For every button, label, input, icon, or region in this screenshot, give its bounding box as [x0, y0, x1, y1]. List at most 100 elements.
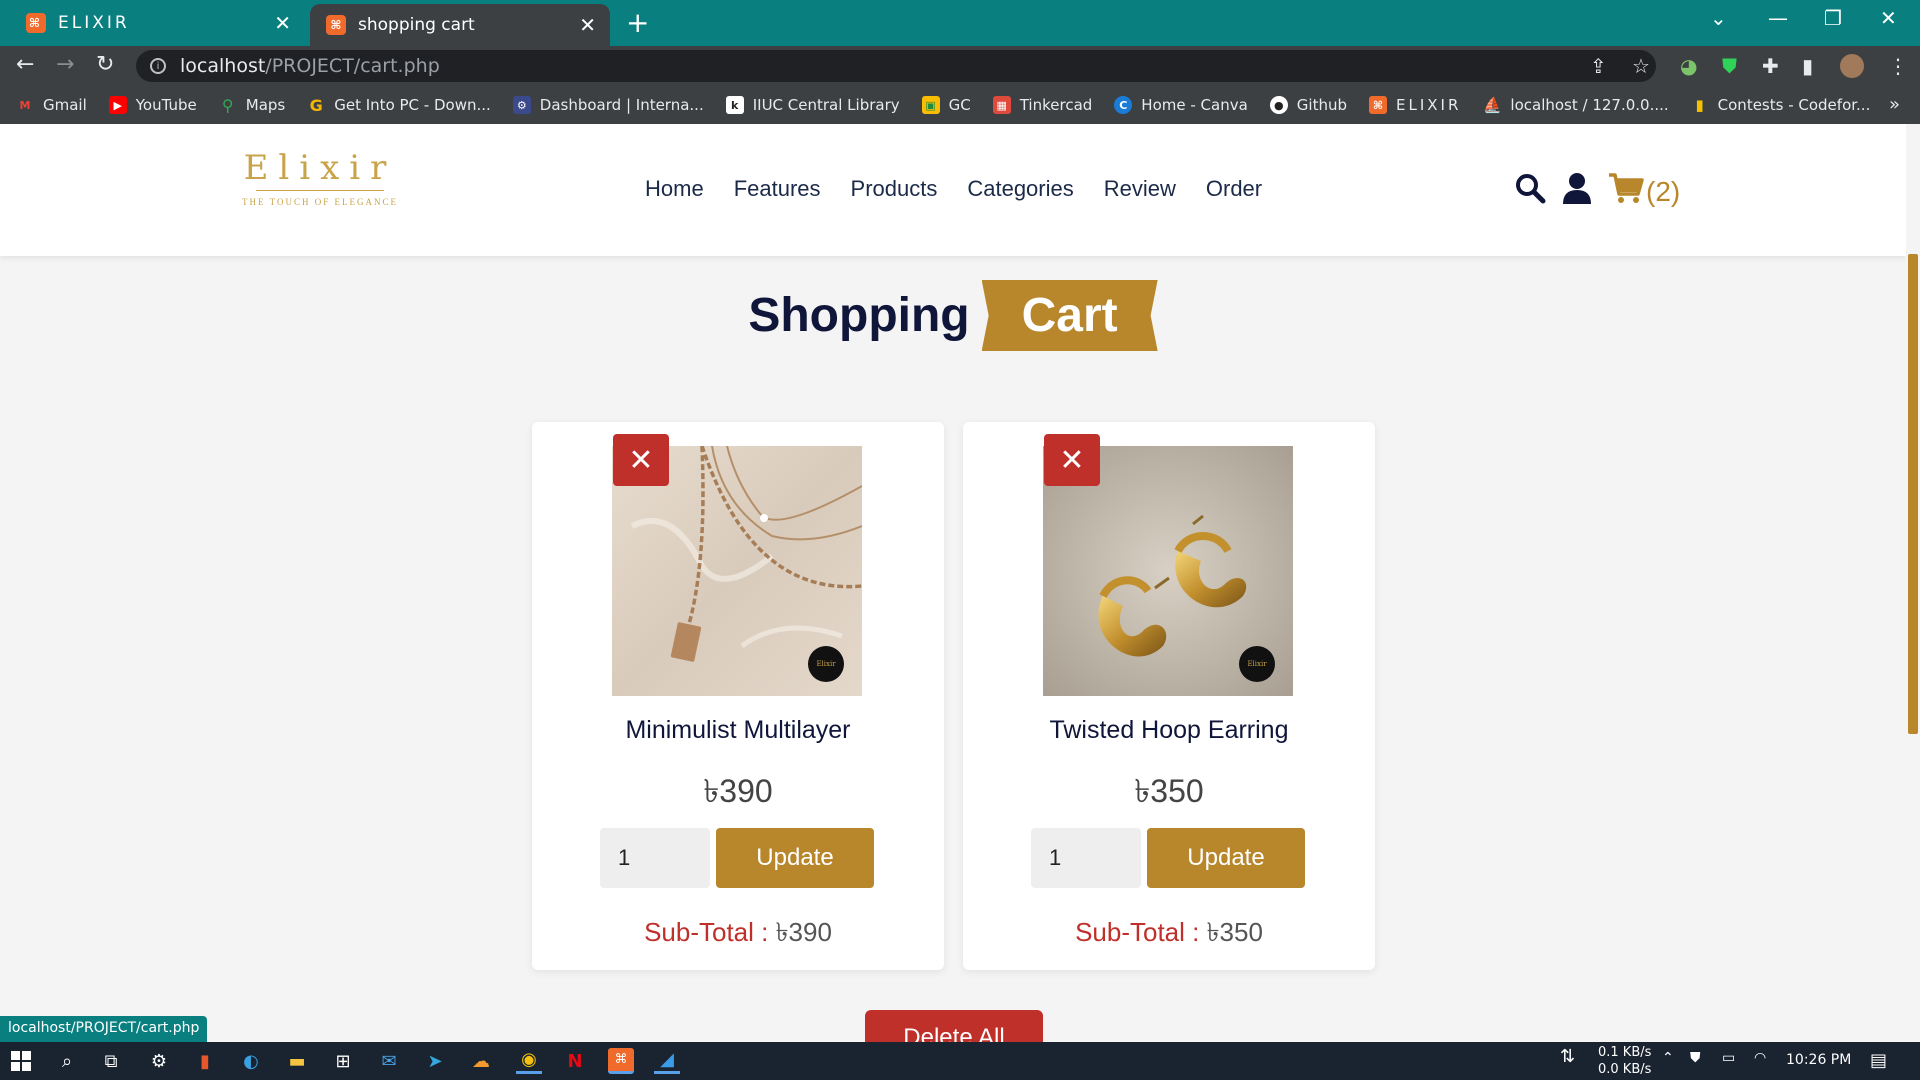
cart-count[interactable]: (2) [1646, 176, 1680, 208]
xampp-icon[interactable]: ⌘ [608, 1048, 634, 1074]
url-host: localhost [180, 55, 266, 77]
github-icon: ● [1269, 96, 1288, 114]
shield-extension-icon[interactable]: ⛊ [1722, 54, 1737, 78]
bookmark-github[interactable]: ● Github [1269, 96, 1347, 114]
office-icon[interactable]: ▮ [192, 1048, 218, 1074]
tab-elixir[interactable]: ⌘ ELIXIR ✕ [0, 0, 308, 46]
delete-all-button[interactable]: Delete All [865, 1010, 1043, 1042]
gmail-icon: M [19, 98, 31, 112]
page-heading: Shopping Cart [0, 280, 1906, 351]
search-icon[interactable]: ⌕ [54, 1048, 80, 1074]
cloud-icon[interactable]: ☁ [468, 1048, 494, 1074]
task-view-icon[interactable]: ⧉ [98, 1048, 124, 1074]
cart-icon[interactable] [1608, 172, 1644, 212]
back-icon[interactable]: ← [16, 52, 34, 77]
maps-icon: ⚲ [221, 95, 234, 115]
close-tab-icon[interactable]: ✕ [579, 13, 596, 37]
edge-icon[interactable]: ◐ [238, 1048, 264, 1074]
subtotal-value: ৳390 [775, 917, 832, 947]
defender-icon[interactable]: ⛊ [1690, 1050, 1701, 1066]
chrome-menu-icon[interactable]: ⋮ [1888, 54, 1908, 78]
bookmark-phpmyadmin[interactable]: ⛵ localhost / 127.0.0.... [1483, 96, 1669, 114]
site-info-icon[interactable]: i [150, 58, 166, 74]
profile-avatar[interactable] [1840, 54, 1864, 78]
nav-order[interactable]: Order [1206, 176, 1262, 202]
header-actions: (2) [1514, 172, 1680, 212]
bookmark-maps[interactable]: ⚲ Maps [219, 95, 285, 115]
store-icon[interactable]: ⊞ [330, 1048, 356, 1074]
product-price: ৳390 [703, 773, 773, 809]
extensions-puzzle-icon[interactable]: ✚ [1762, 54, 1779, 78]
tab-title: shopping cart [358, 15, 475, 35]
page-viewport: Elixir THE TOUCH OF ELEGANCE Home Featur… [0, 124, 1906, 1042]
clock-time[interactable]: 10:26 PM [1786, 1052, 1851, 1068]
user-icon[interactable] [1562, 172, 1592, 212]
battery-icon[interactable]: ▭ [1722, 1050, 1735, 1066]
extension-colorful-icon[interactable]: ◕ [1680, 54, 1697, 78]
notifications-icon[interactable]: ▤ [1870, 1050, 1887, 1071]
settings-gear-icon[interactable]: ⚙ [146, 1048, 172, 1074]
share-icon[interactable]: ⇪ [1590, 54, 1607, 78]
subtotal-value: ৳350 [1206, 917, 1263, 947]
update-button[interactable]: Update [1147, 828, 1305, 888]
bookmark-gc[interactable]: ▣ GC [921, 96, 971, 114]
more-bookmarks-icon[interactable]: » [1889, 94, 1900, 115]
codeforces-icon: ▮ [1695, 96, 1704, 114]
restore-button[interactable]: ❐ [1824, 6, 1842, 30]
nav-features[interactable]: Features [734, 176, 821, 202]
bookmark-library[interactable]: k IIUC Central Library [725, 96, 900, 114]
netflix-icon[interactable]: N [562, 1048, 588, 1074]
bookmark-canva[interactable]: C Home - Canva [1114, 96, 1248, 114]
bookmark-elixir[interactable]: ⌘ ELIXIR [1369, 96, 1461, 114]
network-speed-arrows-icon: ⇅ [1560, 1046, 1576, 1067]
close-window-button[interactable]: ✕ [1880, 6, 1897, 30]
nav-review[interactable]: Review [1104, 176, 1176, 202]
mail-icon[interactable]: ✉ [376, 1048, 402, 1074]
bookmark-tinkercad[interactable]: ▦ Tinkercad [992, 96, 1092, 114]
address-toolbar: ← → ↻ i localhost/PROJECT/cart.php ⇪ ☆ ◕… [0, 46, 1920, 86]
xampp-icon: ⌘ [326, 15, 346, 35]
update-button[interactable]: Update [716, 828, 874, 888]
scrollbar-thumb[interactable] [1908, 254, 1918, 734]
vscode-icon[interactable]: ◢ [654, 1048, 680, 1074]
logo-tagline: THE TOUCH OF ELEGANCE [242, 197, 398, 207]
nav-home[interactable]: Home [645, 176, 704, 202]
youtube-icon: ▶ [108, 96, 127, 114]
bookmark-dashboard[interactable]: ⚙ Dashboard | Interna... [512, 96, 704, 114]
nav-products[interactable]: Products [851, 176, 938, 202]
quantity-input[interactable] [1031, 828, 1141, 888]
close-tab-icon[interactable]: ✕ [274, 11, 294, 35]
product-name: Minimulist Multilayer [625, 716, 851, 744]
tab-shopping-cart[interactable]: ⌘ shopping cart ✕ [310, 4, 610, 46]
tab-search-icon[interactable]: ⌄ [1710, 6, 1727, 30]
bookmark-getintopc[interactable]: G Get Into PC - Down... [307, 96, 491, 115]
brand-badge: Elixir [808, 646, 844, 682]
bookmark-codeforces[interactable]: ▮ Contests - Codefor... [1691, 96, 1871, 114]
forward-icon[interactable]: → [56, 52, 74, 77]
reload-icon[interactable]: ↻ [96, 52, 114, 77]
minimize-button[interactable]: — [1768, 6, 1788, 30]
wifi-icon[interactable]: ◠ [1754, 1050, 1766, 1066]
chrome-icon[interactable]: ◉ [516, 1048, 542, 1074]
url-bar[interactable]: i localhost/PROJECT/cart.php [136, 50, 1656, 82]
site-logo[interactable]: Elixir THE TOUCH OF ELEGANCE [238, 148, 402, 207]
tray-chevron-icon[interactable]: ⌃ [1662, 1050, 1674, 1066]
phpmyadmin-icon: ⛵ [1483, 96, 1502, 114]
product-price: ৳350 [1134, 773, 1204, 809]
remove-item-button[interactable]: ✕ [1044, 434, 1100, 486]
quantity-input[interactable] [600, 828, 710, 888]
nav-categories[interactable]: Categories [967, 176, 1073, 202]
windows-start-icon[interactable] [8, 1048, 34, 1074]
bookmark-gmail[interactable]: M Gmail [16, 96, 87, 114]
bookmark-star-icon[interactable]: ☆ [1632, 54, 1650, 78]
telegram-icon[interactable]: ➤ [422, 1048, 448, 1074]
new-tab-button[interactable]: + [626, 6, 649, 39]
page-scrollbar[interactable] [1906, 124, 1920, 1042]
bookmark-youtube[interactable]: ▶ YouTube [108, 96, 197, 114]
search-icon[interactable] [1514, 172, 1546, 212]
tab-title: ELIXIR [58, 13, 130, 33]
file-explorer-icon[interactable]: ▬ [284, 1048, 310, 1074]
heading-shopping: Shopping [748, 289, 970, 342]
side-panel-icon[interactable]: ▮ [1802, 54, 1813, 78]
remove-item-button[interactable]: ✕ [613, 434, 669, 486]
